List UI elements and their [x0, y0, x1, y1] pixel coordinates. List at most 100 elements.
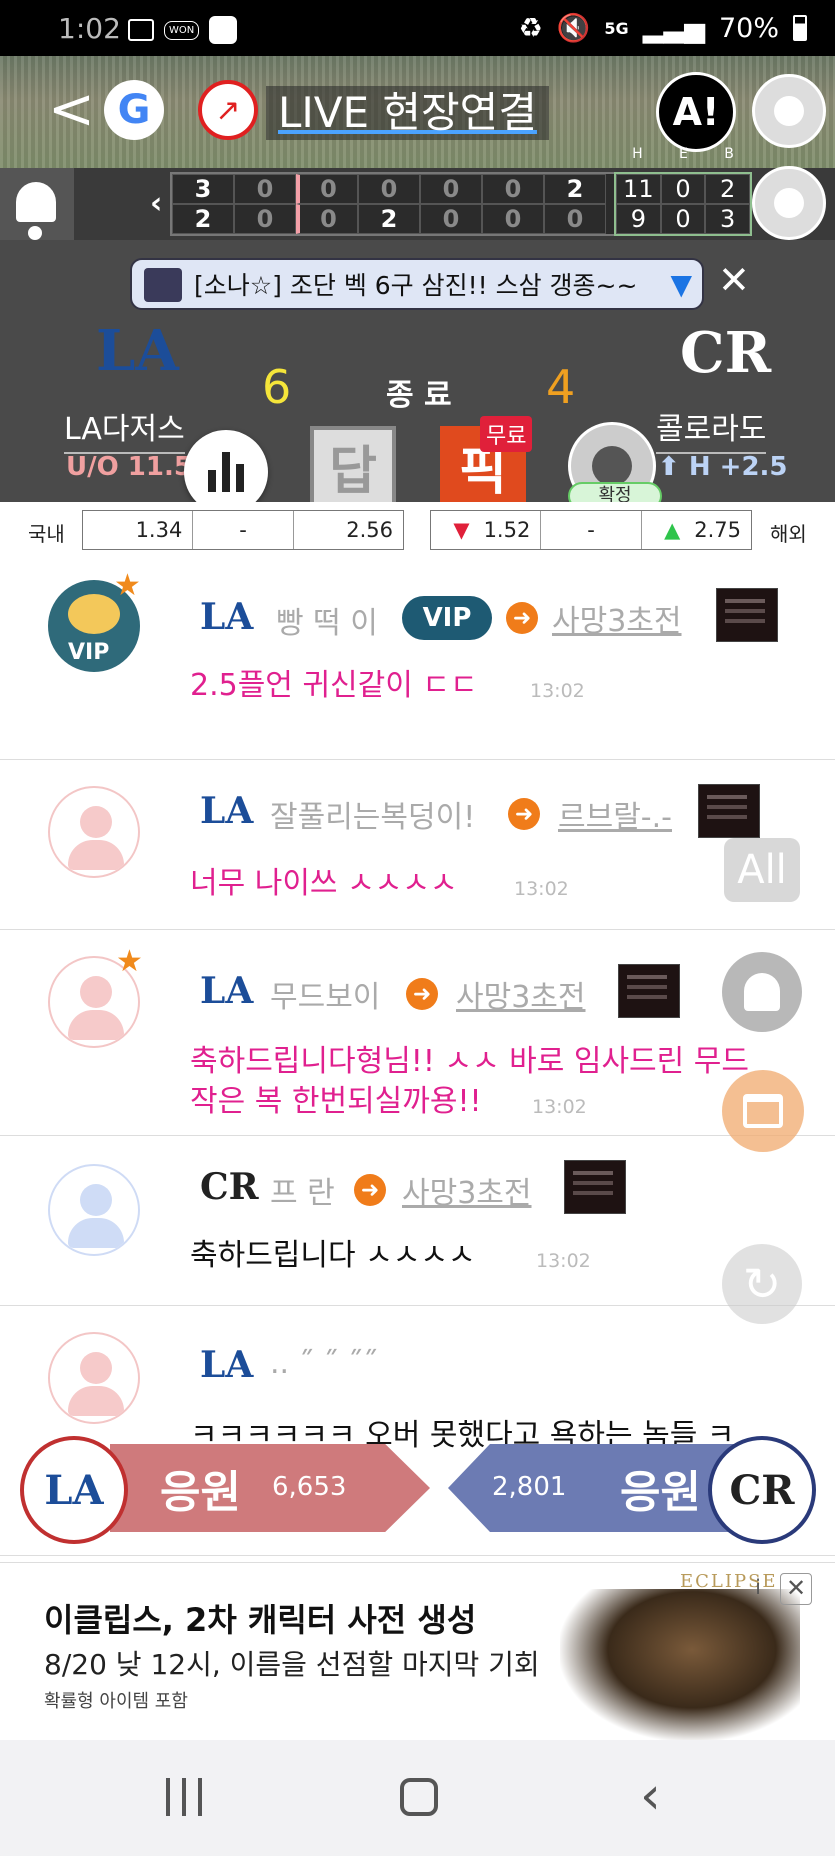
away-cheer-button[interactable]: 2,801 응원	[448, 1444, 748, 1532]
trend-icon[interactable]: ↗	[198, 80, 258, 140]
arrow-right-icon: ➜	[506, 602, 538, 634]
signal-icon: ▂▃▅	[642, 12, 705, 44]
domestic-odds: 1.34 - 2.56	[82, 510, 404, 550]
list-icon	[743, 1094, 783, 1128]
home-cheer-button[interactable]: 응원 6,653	[110, 1444, 430, 1532]
chat-message[interactable]: ★ LA 무드보이 ➜ 사망3초전 축하드립니다형님!! ㅅㅅ 바로 임사드린 …	[0, 930, 835, 1136]
ad-subtitle: 8/20 낮 12시, 이름을 선점할 마지막 기회	[44, 1648, 540, 1681]
user-avatar[interactable]	[48, 786, 140, 878]
chat-message[interactable]: LA 잘풀리는복덩이! ➜ 르브랄-.- 너무 나이쓰 ㅅㅅㅅㅅ 13:02	[0, 760, 835, 930]
post-title-link[interactable]: 사망3초전	[456, 972, 586, 1016]
dodgers-logo: LA	[200, 970, 254, 1012]
ad-info-icon[interactable]: i	[744, 1575, 772, 1603]
up-arrow-icon: ▲	[664, 518, 681, 542]
close-icon[interactable]: ✕	[718, 258, 750, 302]
dodgers-logo: LA	[96, 318, 179, 384]
nickname[interactable]: 잘풀리는복덩이!	[270, 792, 475, 836]
user-avatar-2[interactable]	[752, 166, 826, 240]
refresh-icon: ↻	[742, 1257, 782, 1311]
thumbnail[interactable]	[564, 1160, 626, 1214]
battery-level: 70%	[718, 12, 779, 44]
recycle-icon: ♻	[518, 12, 543, 44]
app-logo-icon[interactable]: A!	[656, 72, 736, 152]
heb-grid: 11 0 2 9 0 3	[614, 172, 752, 236]
refresh-button[interactable]: ↻	[722, 1244, 802, 1324]
away-score: 4	[546, 360, 576, 414]
away-line: ⬆ H +2.5	[658, 452, 788, 482]
scroll-left-icon[interactable]: ‹	[150, 186, 162, 221]
down-arrow-icon: ▼	[453, 518, 470, 542]
heb-header: H E B	[632, 146, 734, 162]
won-app-icon: WON	[164, 20, 200, 40]
timestamp: 13:02	[536, 1250, 591, 1272]
thumbnail[interactable]	[618, 964, 680, 1018]
chat-message[interactable]: VIP ★ LA 빵 떡 이 VIP ➜ 사망3초전 2.5플언 귀신같이 ㄷㄷ…	[0, 560, 835, 760]
vip-badge: VIP	[402, 596, 492, 640]
notice-banner[interactable]: [소나☆] 조단 벡 6구 삼진!! 스삼 갱종~~ ▼	[130, 258, 704, 310]
home-icon[interactable]	[400, 1778, 438, 1816]
notice-thumbnail	[144, 268, 182, 302]
thumbnail[interactable]	[716, 588, 778, 642]
ad-close-icon[interactable]: ✕	[780, 1573, 812, 1605]
cheer-bar: LA 응원 6,653 2,801 응원 CR	[0, 1430, 835, 1554]
star-icon: ★	[116, 944, 143, 979]
user-avatar[interactable]	[48, 1164, 140, 1256]
filter-all-button[interactable]: All	[724, 838, 800, 902]
ad-character-image	[560, 1589, 800, 1741]
message-text: 너무 나이쓰 ㅅㅅㅅㅅ	[190, 866, 458, 901]
dodgers-cheer-logo[interactable]: LA	[20, 1436, 128, 1544]
profile-avatar[interactable]	[752, 74, 826, 148]
game-status: 종 료	[386, 378, 452, 413]
user-icon	[774, 188, 804, 218]
nickname[interactable]: 빵 떡 이	[276, 598, 378, 642]
inning-grid: 3 0 0 0 0 0 2 0 2 0 0 2 0 0 0 0	[170, 172, 670, 236]
arrow-right-icon: ➜	[354, 1174, 386, 1206]
bar-chart-icon	[208, 452, 244, 492]
timestamp: 13:02	[530, 680, 585, 702]
post-title-link[interactable]: 르브랄-.-	[558, 792, 672, 836]
user-icon	[774, 96, 804, 126]
nickname[interactable]: .. ˝ ˝ ˝˝	[270, 1346, 378, 1381]
android-nav-bar: ‹	[0, 1740, 835, 1856]
ad-banner[interactable]: 이클립스, 2차 캐릭터 사전 생성 8/20 낮 12시, 이름을 선점할 마…	[0, 1562, 835, 1741]
gallery-icon	[128, 19, 154, 41]
rockies-cheer-logo[interactable]: CR	[708, 1436, 816, 1544]
thumbnail[interactable]	[698, 784, 760, 838]
user-avatar[interactable]	[48, 1332, 140, 1424]
bell-icon	[744, 973, 780, 1011]
chat-message[interactable]: CR 프 란 ➜ 사망3초전 축하드립니다 ㅅㅅㅅㅅ 13:02	[0, 1136, 835, 1306]
mute-icon: 🔇	[556, 13, 591, 44]
message-text: 축하드립니다 ㅅㅅㅅㅅ	[190, 1238, 476, 1273]
timestamp: 13:02	[532, 1096, 587, 1118]
battery-icon	[793, 15, 807, 41]
recent-apps-icon[interactable]	[166, 1778, 202, 1816]
answer-button[interactable]: 답	[310, 426, 396, 506]
message-text: 축하드립니다형님!! ㅅㅅ 바로 임사드린 무드	[190, 1044, 749, 1079]
network-label: 5G	[604, 18, 629, 38]
clock: 1:02	[58, 12, 121, 45]
live-title[interactable]: LIVE 현장연결	[266, 86, 549, 140]
timestamp: 13:02	[514, 878, 569, 900]
back-icon[interactable]: <	[48, 82, 95, 138]
dropdown-icon[interactable]: ▼	[670, 268, 692, 301]
scoreboard: ‹ 3 0 0 0 0 0 2 0 2 0 0 2 0 0 0 0 H E B …	[0, 146, 835, 272]
away-team-name: 콜로라도	[656, 404, 767, 454]
star-icon: ★	[114, 568, 141, 603]
dodgers-logo: LA	[200, 790, 254, 832]
post-title-link[interactable]: 사망3초전	[402, 1168, 532, 1212]
list-button[interactable]	[722, 1070, 804, 1152]
free-badge: 무료	[480, 416, 533, 452]
post-title-link[interactable]: 사망3초전	[552, 596, 682, 640]
home-score: 6	[262, 360, 292, 414]
nickname[interactable]: 무드보이	[270, 972, 380, 1016]
back-nav-icon[interactable]: ‹	[640, 1766, 661, 1826]
arrow-right-icon: ➜	[508, 798, 540, 830]
alarm-button[interactable]	[722, 952, 802, 1032]
message-text-line2: 작은 복 한번되실까용!!	[190, 1084, 482, 1119]
ad-note: 확률형 아이템 포함	[44, 1691, 188, 1712]
odds-bar: 국내 1.34 - 2.56 ▼ 1.52 - ▲ 2.75 해외	[0, 502, 835, 560]
google-icon[interactable]: G	[104, 80, 164, 140]
status-bar: 1:02 WON ♻ 🔇 5G ▂▃▅ 70%	[0, 0, 835, 56]
dodgers-logo: LA	[200, 596, 254, 638]
nickname[interactable]: 프 란	[270, 1168, 335, 1212]
